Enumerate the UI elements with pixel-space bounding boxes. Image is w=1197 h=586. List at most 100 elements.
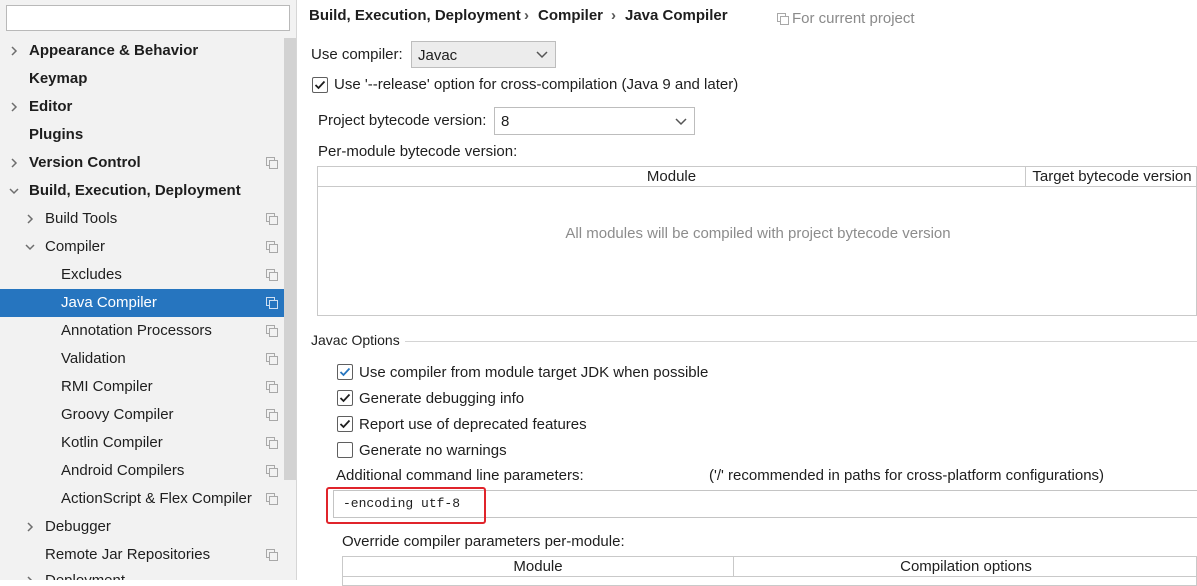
chevron-right-icon — [11, 102, 18, 112]
breadcrumb-item: Compiler — [538, 7, 604, 24]
sidebar-item-label: Build, Execution, Deployment — [29, 182, 241, 199]
sidebar-item-label: Groovy Compiler — [61, 406, 174, 423]
project-scope-icon — [777, 13, 789, 25]
module-target-jdk-label: Use compiler from module target JDK when… — [359, 364, 709, 381]
override-params-table[interactable]: Module Compilation options — [342, 556, 1197, 586]
sidebar-item-annotation-processors[interactable]: Annotation Processors — [0, 317, 284, 345]
sidebar-item-keymap[interactable]: Keymap — [0, 65, 284, 93]
column-header-target-bytecode[interactable]: Target bytecode version — [1026, 167, 1197, 187]
sidebar-item-remote-jar-repositories[interactable]: Remote Jar Repositories — [0, 541, 284, 569]
breadcrumb-item: Java Compiler — [625, 7, 728, 24]
chevron-down-icon — [9, 188, 19, 195]
sidebar-item-deployment[interactable]: Deployment — [0, 567, 284, 580]
sidebar-item-appearance-behavior[interactable]: Appearance & Behavior — [0, 37, 284, 65]
chevron-down-icon — [675, 118, 687, 126]
release-option-label: Use '--release' option for cross-compila… — [334, 76, 739, 93]
additional-params-hint: ('/' recommended in paths for cross-plat… — [709, 467, 1105, 484]
sidebar-item-label: Kotlin Compiler — [61, 434, 163, 451]
chevron-down-icon — [25, 244, 35, 251]
sidebar-item-plugins[interactable]: Plugins — [0, 121, 284, 149]
project-scope-icon — [266, 269, 278, 281]
sidebar-item-label: Android Compilers — [61, 462, 185, 479]
sidebar-item-label: Appearance & Behavior — [29, 42, 199, 59]
column-header-module[interactable]: Module — [318, 167, 1025, 187]
no-warnings-label: Generate no warnings — [359, 442, 507, 459]
checkmark-icon — [339, 367, 351, 377]
sidebar-item-label: Java Compiler — [61, 294, 157, 311]
deprecated-features-label: Report use of deprecated features — [359, 416, 587, 433]
project-scope-icon — [266, 325, 278, 337]
per-module-bytecode-table[interactable]: Module Target bytecode version All modul… — [317, 166, 1197, 316]
settings-sidebar: Appearance & Behavior Keymap Editor Plug… — [0, 0, 297, 580]
sidebar-item-debugger[interactable]: Debugger — [0, 513, 284, 541]
project-scope-icon — [266, 381, 278, 393]
table-header: Module Target bytecode version — [318, 167, 1197, 187]
sidebar-item-label: Validation — [61, 350, 126, 367]
sidebar-item-rmi-compiler[interactable]: RMI Compiler — [0, 373, 284, 401]
breadcrumb-item: Build, Execution, Deployment — [309, 7, 521, 24]
highlight-annotation — [326, 487, 486, 524]
bytecode-version-label: Project bytecode version: — [318, 112, 487, 129]
override-params-label: Override compiler parameters per-module: — [342, 533, 625, 550]
chevron-right-icon — [27, 214, 34, 224]
chevron-right-icon — [11, 46, 18, 56]
sidebar-item-compiler[interactable]: Compiler — [0, 233, 284, 261]
sidebar-item-android-compilers[interactable]: Android Compilers — [0, 457, 284, 485]
chevron-right-icon — [27, 576, 33, 580]
project-scope-icon — [266, 297, 278, 309]
debugging-info-checkbox[interactable] — [337, 390, 353, 406]
sidebar-item-label: RMI Compiler — [61, 378, 153, 395]
sidebar-item-label: Keymap — [29, 70, 88, 87]
project-scope-icon — [266, 157, 278, 169]
sidebar-item-version-control[interactable]: Version Control — [0, 149, 284, 177]
project-scope-icon — [266, 549, 278, 561]
section-divider — [405, 341, 1197, 342]
project-scope-icon — [266, 493, 278, 505]
breadcrumb-separator: › — [611, 7, 616, 24]
sidebar-item-label: Build Tools — [45, 210, 118, 227]
sidebar-item-editor[interactable]: Editor — [0, 93, 284, 121]
chevron-right-icon — [11, 158, 18, 168]
project-scope-icon — [266, 353, 278, 365]
scope-note: For current project — [792, 10, 915, 27]
sidebar-item-actionscript-flex-compiler[interactable]: ActionScript & Flex Compiler — [0, 485, 284, 513]
project-scope-icon — [266, 409, 278, 421]
sidebar-item-java-compiler[interactable]: Java Compiler — [0, 289, 296, 317]
release-option-checkbox[interactable] — [312, 77, 328, 93]
per-module-bytecode-label: Per-module bytecode version: — [318, 143, 518, 160]
table-header: Module Compilation options — [343, 557, 1197, 577]
settings-search-input[interactable] — [6, 5, 290, 31]
chevron-down-icon — [536, 51, 548, 59]
project-scope-icon — [266, 213, 278, 225]
additional-params-label: Additional command line parameters: — [336, 467, 584, 484]
sidebar-scrollbar[interactable] — [284, 38, 296, 480]
sidebar-item-label: Debugger — [45, 518, 111, 535]
table-empty-text: All modules will be compiled with projec… — [565, 225, 951, 242]
sidebar-item-build-execution-deployment[interactable]: Build, Execution, Deployment — [0, 177, 284, 205]
project-scope-icon — [266, 241, 278, 253]
deprecated-features-checkbox[interactable] — [337, 416, 353, 432]
sidebar-item-label: Compiler — [45, 238, 106, 255]
checkmark-icon — [314, 80, 326, 90]
column-header-module[interactable]: Module — [343, 557, 733, 577]
use-compiler-dropdown[interactable]: Javac — [411, 41, 556, 68]
sidebar-item-label: Editor — [29, 98, 73, 115]
module-target-jdk-checkbox[interactable] — [337, 364, 353, 380]
sidebar-item-build-tools[interactable]: Build Tools — [0, 205, 284, 233]
checkmark-icon — [339, 419, 351, 429]
bytecode-version-dropdown[interactable]: 8 — [494, 107, 695, 135]
sidebar-item-label: Excludes — [61, 266, 122, 283]
sidebar-item-kotlin-compiler[interactable]: Kotlin Compiler — [0, 429, 284, 457]
sidebar-item-label: ActionScript & Flex Compiler — [61, 490, 252, 507]
breadcrumb-separator: › — [524, 7, 529, 24]
sidebar-item-label: Plugins — [29, 126, 84, 143]
use-compiler-value: Javac — [418, 47, 458, 64]
sidebar-item-excludes[interactable]: Excludes — [0, 261, 284, 289]
sidebar-item-groovy-compiler[interactable]: Groovy Compiler — [0, 401, 284, 429]
sidebar-item-label: Deployment — [45, 567, 125, 580]
sidebar-item-label: Annotation Processors — [61, 322, 212, 339]
checkmark-icon — [339, 393, 351, 403]
sidebar-item-validation[interactable]: Validation — [0, 345, 284, 373]
no-warnings-checkbox[interactable] — [337, 442, 353, 458]
column-header-compilation-options[interactable]: Compilation options — [734, 557, 1197, 577]
